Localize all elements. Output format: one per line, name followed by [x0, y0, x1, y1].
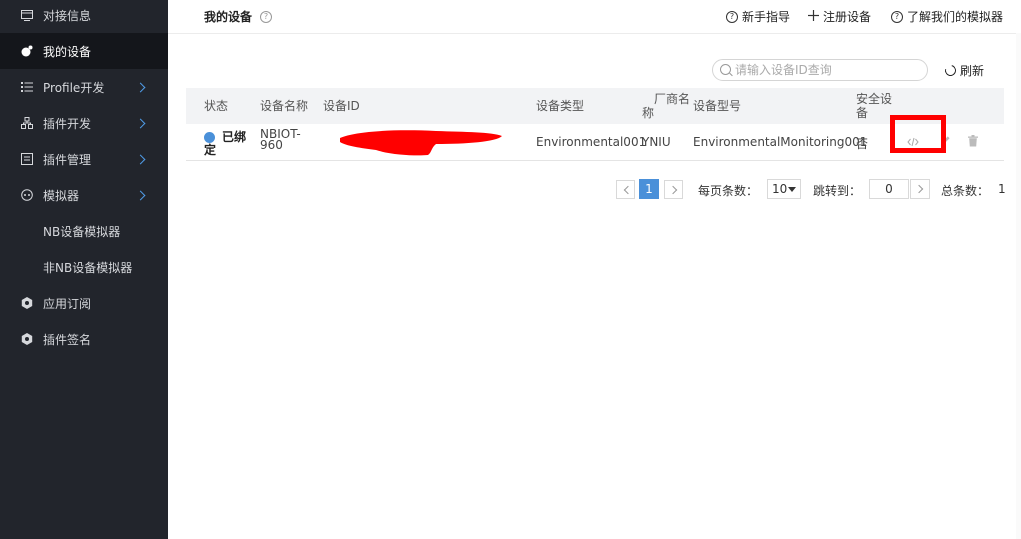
sidebar-item-label: 模拟器 [43, 188, 80, 203]
chevron-right-icon [135, 118, 146, 128]
page-size-select[interactable]: 10 [767, 179, 801, 199]
refresh-label: 刷新 [960, 64, 985, 78]
sidebar-item-simulator[interactable]: 模拟器 [0, 177, 168, 213]
chevron-right-icon [668, 185, 678, 195]
device-icon [20, 44, 34, 58]
plus-icon [808, 9, 819, 24]
total-count-value: 1 [998, 182, 1006, 196]
panel-icon [20, 152, 34, 166]
guide-link[interactable]: ? 新手指导 [726, 8, 790, 25]
device-name: NBIOT- 960 [260, 128, 301, 152]
page-number-current[interactable]: 1 [639, 179, 659, 199]
device-model: EnvironmentalMonitoring001 [693, 135, 868, 149]
caret-down-icon [788, 187, 796, 192]
search-box[interactable] [712, 59, 928, 81]
delete-icon[interactable] [968, 135, 978, 150]
help-icon: ? [891, 10, 903, 23]
header-name: 设备名称 [260, 99, 309, 113]
jump-go-button[interactable] [910, 179, 930, 199]
jump-page-input[interactable] [869, 179, 909, 199]
chevron-right-icon [135, 82, 146, 92]
highlight-box [890, 115, 946, 153]
sidebar-item-label: 插件开发 [43, 116, 92, 131]
sidebar-item-plugin-manage[interactable]: 插件管理 [0, 141, 168, 177]
help-icon[interactable]: ? [260, 11, 272, 23]
subscribe-icon [20, 296, 34, 310]
search-icon [720, 64, 731, 75]
sidebar-item-label: 对接信息 [43, 8, 92, 23]
status-line-2: 定 [204, 143, 217, 157]
table-header: 状态 设备名称 设备ID 设备类型 厂商名 称 设备型号 安全设 备 [186, 88, 1004, 124]
jump-label: 跳转到： [813, 184, 862, 198]
sidebar-item-plugin-signature[interactable]: 插件签名 [0, 321, 168, 357]
signature-icon [20, 332, 34, 346]
redaction-mark [340, 130, 502, 156]
sidebar-item-plugin-dev[interactable]: 插件开发 [0, 105, 168, 141]
sidebar-item-label: 非NB设备模拟器 [43, 260, 133, 275]
status-line-1: 已绑 [222, 130, 247, 144]
help-icon: ? [726, 10, 738, 23]
sidebar-item-app-subscription[interactable]: 应用订阅 [0, 285, 168, 321]
sidebar: 对接信息 我的设备 Profile开发 插件开发 插件管理 模拟器 NB设备模拟… [0, 0, 168, 539]
sidebar-item-profile-dev[interactable]: Profile开发 [0, 69, 168, 105]
header-secure-line-2: 备 [856, 106, 869, 120]
list-icon [20, 80, 34, 94]
page-title: 我的设备 [204, 10, 253, 24]
scrollbar[interactable] [1016, 33, 1021, 539]
device-name-line-2: 960 [260, 138, 283, 152]
register-device-label: 注册设备 [823, 10, 872, 24]
register-device-link[interactable]: 注册设备 [808, 8, 871, 25]
window-icon [20, 8, 34, 22]
page-size-value: 10 [772, 182, 788, 196]
top-bar: 我的设备 ? ? 新手指导 注册设备 ? 了解我们的模拟器 [168, 0, 1021, 34]
sidebar-item-label: NB设备模拟器 [43, 224, 121, 239]
header-vendor: 厂商名 称 [642, 92, 690, 120]
sidebar-subitem-nb-simulator[interactable]: NB设备模拟器 [0, 213, 168, 249]
device-vendor: YNIU [642, 135, 671, 149]
header-vendor-line-1: 厂商名 [654, 92, 691, 106]
device-type: Environmental001 [536, 135, 647, 149]
simulator-info-label: 了解我们的模拟器 [907, 10, 1004, 24]
next-page-button[interactable] [664, 180, 683, 199]
header-status: 状态 [204, 99, 229, 113]
chevron-right-icon [914, 184, 924, 194]
refresh-button[interactable]: 刷新 [942, 62, 985, 79]
chevron-left-icon [623, 185, 633, 195]
main-content: 我的设备 ? ? 新手指导 注册设备 ? 了解我们的模拟器 刷新 状态 设备名称… [168, 0, 1021, 539]
header-id: 设备ID [323, 99, 360, 113]
sidebar-item-label: 插件签名 [43, 332, 92, 347]
total-count-label: 总条数： [941, 184, 990, 198]
sidebar-item-my-devices[interactable]: 我的设备 [0, 33, 168, 69]
search-input[interactable] [735, 61, 920, 79]
header-secure: 安全设 备 [856, 92, 892, 120]
chevron-right-icon [135, 154, 146, 164]
sidebar-subitem-non-nb-simulator[interactable]: 非NB设备模拟器 [0, 249, 168, 285]
header-type: 设备类型 [536, 99, 585, 113]
page-size-label: 每页条数： [698, 184, 759, 198]
simulator-info-link[interactable]: ? 了解我们的模拟器 [891, 8, 1003, 25]
plugin-icon [20, 116, 34, 130]
refresh-icon [942, 62, 959, 79]
prev-page-button[interactable] [616, 180, 635, 199]
header-model: 设备型号 [693, 99, 742, 113]
table-row[interactable]: 已绑 定 NBIOT- 960 Environmental001 YNIU En… [186, 115, 1004, 161]
header-vendor-line-2: 称 [642, 106, 655, 120]
sidebar-item-label: 应用订阅 [43, 296, 92, 311]
header-secure-line-1: 安全设 [856, 92, 893, 106]
secure-device-value: 否 [856, 137, 869, 151]
sidebar-item-docking-info[interactable]: 对接信息 [0, 0, 168, 33]
sidebar-item-label: 插件管理 [43, 152, 92, 167]
sidebar-item-label: 我的设备 [43, 44, 92, 59]
sidebar-item-label: Profile开发 [43, 80, 105, 95]
chevron-right-icon [135, 190, 146, 200]
guide-link-label: 新手指导 [742, 10, 791, 24]
simulator-icon [20, 188, 34, 202]
